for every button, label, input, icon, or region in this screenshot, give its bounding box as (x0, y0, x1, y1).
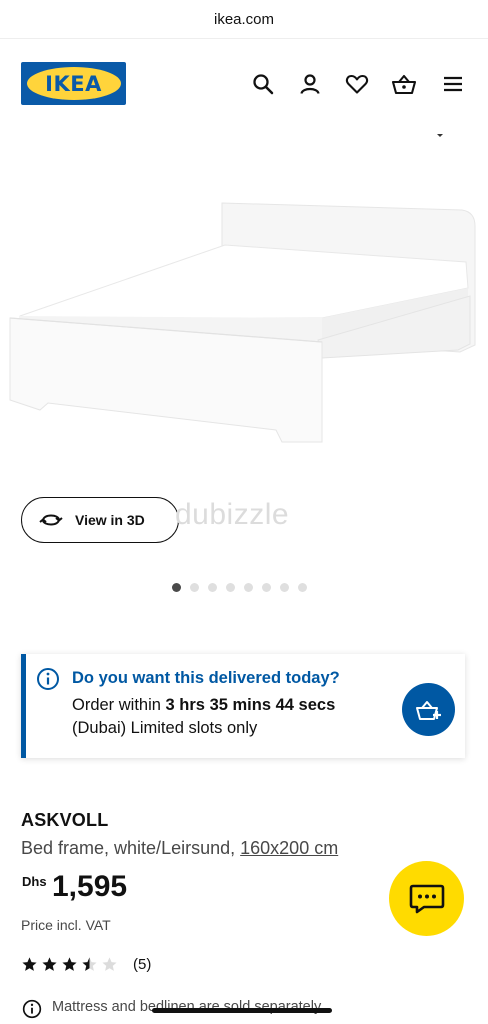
chevron-down-icon (436, 126, 444, 137)
view-in-3d-button[interactable]: View in 3D (21, 497, 179, 543)
logo-text: IKEA (45, 71, 102, 96)
delivery-location-note: (Dubai) Limited slots only (72, 719, 258, 737)
menu-icon[interactable] (440, 70, 466, 98)
carousel-dot[interactable] (226, 583, 235, 592)
product-name: ASKVOLL (21, 810, 109, 830)
user-icon[interactable] (297, 70, 323, 98)
carousel-dot[interactable] (172, 583, 181, 592)
product-description: Bed frame, white/Leirsund, 160x200 cm (21, 838, 338, 859)
rotate-3d-icon (39, 514, 63, 526)
price-currency: Dhs (22, 874, 47, 889)
rating-count[interactable]: (5) (133, 956, 151, 973)
info-icon (36, 667, 60, 691)
carousel-dot[interactable] (262, 583, 271, 592)
star-full-icon (62, 957, 77, 971)
delivery-prefix: Order within (72, 696, 161, 714)
carousel-dot[interactable] (244, 583, 253, 592)
star-full-icon (22, 957, 37, 971)
heart-icon[interactable] (344, 70, 370, 98)
star-empty-icon (102, 957, 117, 971)
carousel-dots[interactable] (172, 583, 307, 592)
carousel-dot[interactable] (280, 583, 289, 592)
basket-add-icon (415, 700, 441, 720)
dubizzle-watermark: dubizzle (175, 498, 290, 531)
basket-icon[interactable] (391, 70, 417, 98)
star-full-icon (42, 957, 57, 971)
product-type: Bed frame, white/Leirsund, (21, 838, 236, 858)
delivery-basket-button[interactable] (402, 683, 455, 736)
url-text: ikea.com (213, 11, 275, 28)
search-icon[interactable] (250, 70, 276, 98)
price-vat-note: Price incl. VAT (21, 917, 111, 933)
logo-oval: IKEA (26, 67, 121, 100)
carousel-dot[interactable] (190, 583, 199, 592)
url-bar[interactable]: ikea.com (0, 0, 488, 39)
info-icon (22, 999, 42, 1019)
ikea-logo[interactable]: IKEA (21, 62, 126, 105)
chat-icon (409, 884, 444, 913)
view-in-3d-label: View in 3D (75, 512, 145, 528)
product-price: 1,595 (52, 870, 128, 903)
chat-button[interactable] (389, 861, 464, 936)
carousel-dot[interactable] (208, 583, 217, 592)
rating-stars[interactable] (21, 956, 118, 973)
carousel-dot[interactable] (298, 583, 307, 592)
product-image[interactable] (0, 190, 488, 450)
star-half-icon (82, 957, 97, 971)
delivery-countdown: 3 hrs 35 mins 44 secs (165, 696, 336, 714)
home-indicator[interactable] (152, 1008, 332, 1013)
delivery-countdown-line: Order within 3 hrs 35 mins 44 secs (72, 696, 335, 715)
delivery-title: Do you want this delivered today? (72, 669, 340, 687)
product-size-link[interactable]: 160x200 cm (240, 838, 338, 858)
